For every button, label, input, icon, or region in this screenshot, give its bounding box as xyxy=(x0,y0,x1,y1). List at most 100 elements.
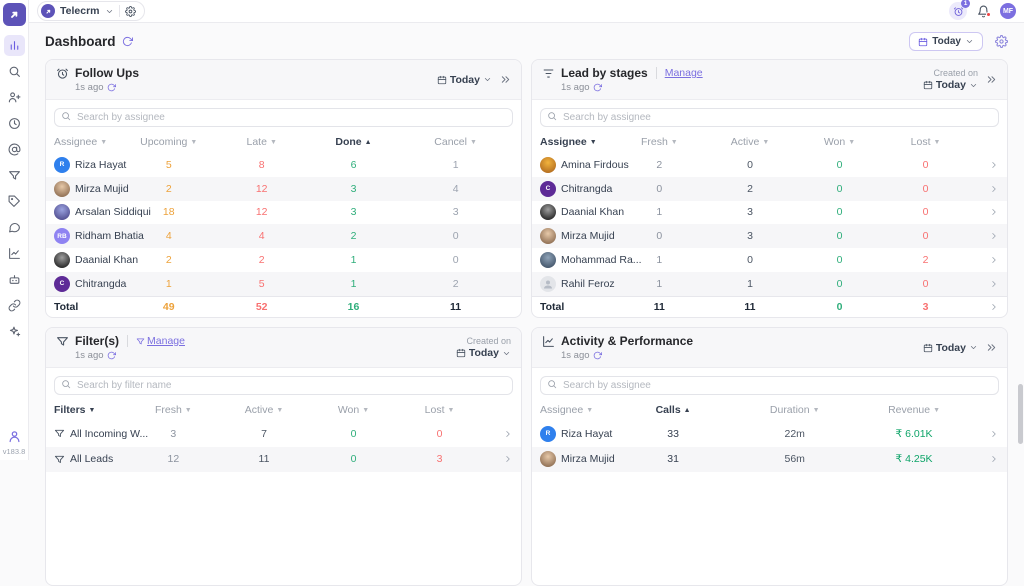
activity-search-input[interactable] xyxy=(540,376,999,395)
sidebar-item-search[interactable] xyxy=(4,61,25,82)
table-row[interactable]: All Leads121103 xyxy=(46,447,521,473)
column-header-cancel[interactable]: Cancel▼ xyxy=(398,136,513,148)
user-avatar[interactable]: MF xyxy=(1000,3,1016,19)
table-row[interactable]: All Incoming W...3700 xyxy=(46,421,521,447)
lead_by_stages-refresh-button[interactable] xyxy=(593,83,602,92)
cell-calls: 33 xyxy=(623,428,724,440)
chevron-right-icon[interactable] xyxy=(989,429,999,439)
workspace-settings-icon[interactable] xyxy=(125,6,136,17)
avatar xyxy=(540,157,556,173)
cell-fresh: 1 xyxy=(613,254,705,266)
column-header-filters[interactable]: Filters▼ xyxy=(54,404,127,416)
column-header-duration[interactable]: Duration▼ xyxy=(724,404,866,416)
column-header-won[interactable]: Won▼ xyxy=(309,404,399,416)
page-scrollbar[interactable] xyxy=(1018,384,1023,444)
main-content: Dashboard Today Follow Ups1s agoTodayAss… xyxy=(29,23,1024,460)
activity-date-filter[interactable]: Today xyxy=(923,342,978,354)
dashboard-icon xyxy=(8,39,21,52)
table-row[interactable]: RRiza Hayat3322m₹ 6.01K xyxy=(532,421,1007,447)
cell-won: 0 xyxy=(795,230,885,242)
activity-expand-button[interactable] xyxy=(986,342,997,353)
column-header-done[interactable]: Done▲ xyxy=(309,136,399,148)
sidebar-item-whatsapp[interactable] xyxy=(4,217,25,238)
support-button[interactable] xyxy=(7,428,22,446)
sidebar-item-bot[interactable] xyxy=(4,269,25,290)
table-row[interactable]: Mohammad Ra...1002 xyxy=(532,248,1007,272)
lead_by_stages-search-input[interactable] xyxy=(540,108,999,127)
follow_ups-expand-button[interactable] xyxy=(500,74,511,85)
chevron-right-icon[interactable] xyxy=(503,454,513,464)
funnel-icon xyxy=(54,428,65,439)
page-date-filter[interactable]: Today xyxy=(909,32,983,51)
activity-refresh-button[interactable] xyxy=(593,351,602,360)
column-header-revenue[interactable]: Revenue▼ xyxy=(866,404,962,416)
sidebar-item-recent[interactable] xyxy=(4,113,25,134)
follow_ups-date-filter[interactable]: Today xyxy=(437,74,492,86)
column-header-late[interactable]: Late▼ xyxy=(215,136,309,148)
lead_by_stages-manage-link[interactable]: Manage xyxy=(665,67,703,79)
column-header-active[interactable]: Active▼ xyxy=(219,404,309,416)
column-header-lost[interactable]: Lost▼ xyxy=(884,136,967,148)
filters-manage-link[interactable]: Manage xyxy=(136,335,185,347)
last-updated: 1s ago xyxy=(75,82,104,93)
dashboard-settings-button[interactable] xyxy=(995,35,1008,48)
cell-cancel: 3 xyxy=(398,206,513,218)
follow_ups-search-input[interactable] xyxy=(54,108,513,127)
sort-arrow-icon: ▼ xyxy=(470,139,477,146)
column-header-assignee[interactable]: Assignee▼ xyxy=(540,404,623,416)
avatar xyxy=(54,252,70,268)
notifications-button[interactable] xyxy=(977,5,990,18)
chart-line-icon xyxy=(542,335,555,348)
sidebar-item-filter[interactable] xyxy=(4,165,25,186)
column-header-fresh[interactable]: Fresh▼ xyxy=(613,136,705,148)
page-refresh-button[interactable] xyxy=(122,36,133,47)
filters-refresh-button[interactable] xyxy=(107,351,116,360)
table-row[interactable]: Mirza Mujid0300 xyxy=(532,224,1007,248)
follow_ups-refresh-button[interactable] xyxy=(107,83,116,92)
sidebar-item-analytics[interactable] xyxy=(4,243,25,264)
chevron-right-icon[interactable] xyxy=(989,231,999,241)
sidebar-item-integrations[interactable] xyxy=(4,295,25,316)
app-logo[interactable] xyxy=(3,3,26,26)
table-row: RBRidham Bhatia4420 xyxy=(46,224,521,248)
column-header-lost[interactable]: Lost▼ xyxy=(398,404,481,416)
column-header-assignee[interactable]: Assignee▼ xyxy=(54,136,123,148)
table-row[interactable]: Daanial Khan1300 xyxy=(532,201,1007,225)
table-row[interactable]: Amina Firdous2000 xyxy=(532,153,1007,177)
column-header-calls[interactable]: Calls▲ xyxy=(623,404,724,416)
column-header-active[interactable]: Active▼ xyxy=(705,136,795,148)
chevron-right-icon[interactable] xyxy=(989,184,999,194)
table-row[interactable]: CChitrangda0200 xyxy=(532,177,1007,201)
sidebar-item-mentions[interactable] xyxy=(4,139,25,160)
total-fresh: 11 xyxy=(613,301,705,313)
chevron-right-icon[interactable] xyxy=(989,279,999,289)
column-header-assignee[interactable]: Assignee▼ xyxy=(540,136,613,148)
chevron-right-icon[interactable] xyxy=(989,160,999,170)
reminders-button[interactable]: 1 xyxy=(949,2,967,20)
cell-active: 7 xyxy=(219,428,309,440)
chevron-right-icon[interactable] xyxy=(989,454,999,464)
sidebar-item-tag[interactable] xyxy=(4,191,25,212)
sidebar-item-ai-assistant[interactable] xyxy=(4,321,25,342)
column-header-won[interactable]: Won▼ xyxy=(795,136,885,148)
column-header-upcoming[interactable]: Upcoming▼ xyxy=(123,136,215,148)
table-row[interactable]: Mirza Mujid3156m₹ 4.25K xyxy=(532,447,1007,473)
filters-date-filter[interactable]: Today xyxy=(456,347,511,359)
column-header-fresh[interactable]: Fresh▼ xyxy=(127,404,219,416)
lead_by_stages-date-filter[interactable]: Today xyxy=(923,79,978,91)
chevron-right-icon[interactable] xyxy=(989,302,999,312)
cell-active: 3 xyxy=(705,206,795,218)
chevron-right-icon[interactable] xyxy=(503,429,513,439)
sidebar-item-dashboard[interactable] xyxy=(4,35,25,56)
table-row[interactable]: Rahil Feroz1100 xyxy=(532,272,1007,296)
chevron-right-icon[interactable] xyxy=(989,255,999,265)
total-won: 0 xyxy=(795,301,885,313)
filters-search-input[interactable] xyxy=(54,376,513,395)
sidebar-item-add-user[interactable] xyxy=(4,87,25,108)
workspace-switcher[interactable]: Telecrm xyxy=(37,1,145,21)
chevron-right-icon[interactable] xyxy=(989,207,999,217)
total-late: 52 xyxy=(215,301,309,313)
total-active: 11 xyxy=(705,301,795,313)
lead_by_stages-expand-button[interactable] xyxy=(986,74,997,85)
alarm-icon xyxy=(953,6,964,17)
